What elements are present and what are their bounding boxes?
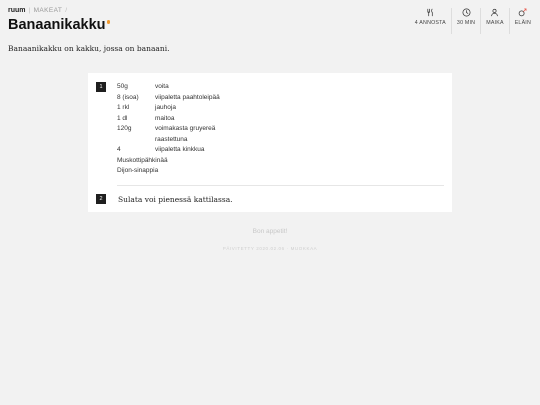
ingredient-amount: 4 bbox=[117, 146, 121, 153]
ingredient-list: 50g voita 8 (isoa) viipaletta paahtoleipää… bbox=[117, 82, 220, 177]
ingredient-name: raastettuna bbox=[155, 135, 188, 143]
ingredient-name: viipaletta paahtoleipää bbox=[155, 93, 220, 101]
meta-servings-label: 4 ANNOSTA bbox=[414, 20, 446, 26]
recipe-meta: 4 ANNOSTA 30 MIN MAIKA ELÄIN bbox=[410, 8, 536, 34]
meta-author-label: MAIKA bbox=[486, 20, 504, 26]
person-icon bbox=[491, 8, 499, 17]
ingredient-row: Dijon-sinappia bbox=[117, 166, 220, 177]
breadcrumb: ruum | MAKEAT / bbox=[8, 7, 67, 14]
ingredient-name: jauhoja bbox=[155, 104, 176, 111]
ingredient-row: 8 (isoa) viipaletta paahtoleipää bbox=[117, 93, 220, 104]
recipe-intro: Banaanikakku on kakku, jossa on banaani. bbox=[8, 44, 170, 53]
ingredient-amount: 120g bbox=[117, 125, 132, 132]
ingredient-amount: 1 dl bbox=[117, 114, 128, 122]
meta-servings: 4 ANNOSTA bbox=[410, 8, 451, 34]
page-title-text: Banaanikakku bbox=[8, 17, 106, 33]
meta-diet-label: ELÄIN bbox=[514, 20, 531, 26]
vegan-icon bbox=[519, 8, 527, 17]
header: ruum | MAKEAT / Banaanikakku 4 ANNOSTA 3… bbox=[0, 0, 540, 40]
step-instruction: Sulata voi pienessä kattilassa. bbox=[118, 195, 233, 204]
step-number-badge: 1 bbox=[96, 82, 106, 92]
ingredient-row: 50g voita bbox=[117, 82, 220, 93]
ingredient-amount bbox=[117, 135, 155, 146]
ingredient-amount: Muskottipähkinää bbox=[117, 156, 168, 164]
footer-message: Bon appetit! bbox=[252, 228, 288, 235]
ingredient-row: 4 viipaletta kinkkua bbox=[117, 145, 220, 156]
ingredient-amount: 50g bbox=[117, 83, 128, 90]
ingredient-row: 1 dl maitoa bbox=[117, 114, 220, 125]
meta-diet: ELÄIN bbox=[508, 8, 536, 34]
logo[interactable]: ruum bbox=[8, 7, 26, 14]
ingredient-row: Muskottipähkinää bbox=[117, 156, 220, 167]
recipe-steps-card: 1 50g voita 8 (isoa) viipaletta paahtoleip… bbox=[88, 73, 452, 212]
ingredient-row: raastettuna bbox=[117, 135, 220, 146]
ingredient-amount: Dijon-sinappia bbox=[117, 167, 159, 174]
meta-time-label: 30 MIN bbox=[456, 20, 476, 26]
ingredient-name: voita bbox=[155, 83, 169, 90]
meta-time: 30 MIN bbox=[450, 8, 480, 34]
step-divider bbox=[117, 185, 444, 186]
breadcrumb-category[interactable]: MAKEAT bbox=[34, 7, 63, 14]
ingredient-name: voimakasta gruyereä bbox=[155, 125, 216, 132]
clock-icon bbox=[462, 8, 471, 17]
ingredient-row: 1 rkl jauhoja bbox=[117, 103, 220, 114]
meta-author: MAIKA bbox=[480, 8, 508, 34]
ingredient-amount: 8 (isoa) bbox=[117, 93, 139, 101]
title-accent-dot bbox=[106, 20, 111, 24]
step-number-badge: 2 bbox=[96, 194, 106, 204]
fork-knife-icon bbox=[427, 8, 433, 17]
ingredient-name: maitoa bbox=[155, 114, 175, 122]
footer-published[interactable]: PÄIVITETTY 2020.02.06 · MUOKKAA bbox=[0, 246, 540, 251]
ingredient-row: 120g voimakasta gruyereä bbox=[117, 124, 220, 135]
ingredient-amount: 1 rkl bbox=[117, 104, 130, 111]
breadcrumb-trail-separator: / bbox=[65, 7, 68, 14]
page-title: Banaanikakku bbox=[8, 17, 111, 33]
ingredient-name: viipaletta kinkkua bbox=[155, 146, 205, 153]
breadcrumb-separator: | bbox=[28, 7, 31, 14]
